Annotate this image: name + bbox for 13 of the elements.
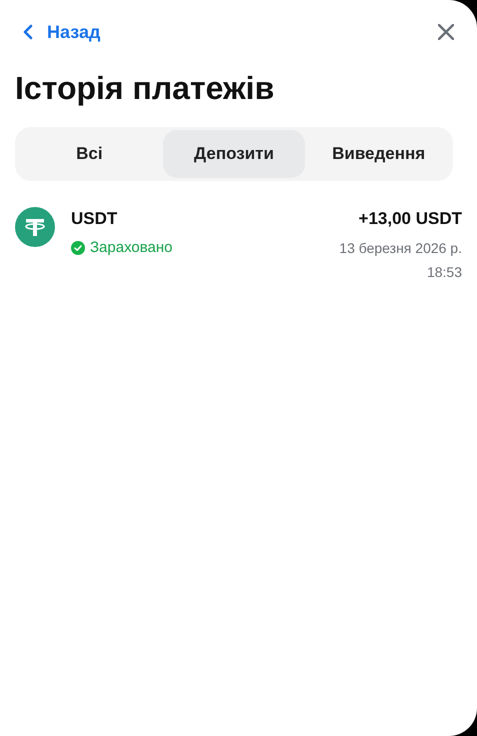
asset-name: USDT xyxy=(71,208,118,230)
close-icon xyxy=(438,24,454,40)
payment-time: 18:53 xyxy=(426,262,462,282)
back-link[interactable]: Назад xyxy=(15,18,100,46)
page-title: Історія платежів xyxy=(15,69,276,108)
payment-date: 13 березня 2026 р. xyxy=(339,238,462,258)
amount: +13,00 USDT xyxy=(358,208,462,230)
tab[interactable]: Виведення xyxy=(307,130,450,178)
tab[interactable]: Всі xyxy=(18,130,161,178)
tab[interactable]: Депозити xyxy=(162,130,306,178)
chevron-left-icon xyxy=(23,24,33,40)
status-label: Зараховано xyxy=(90,238,173,258)
coin-icon xyxy=(15,207,55,247)
